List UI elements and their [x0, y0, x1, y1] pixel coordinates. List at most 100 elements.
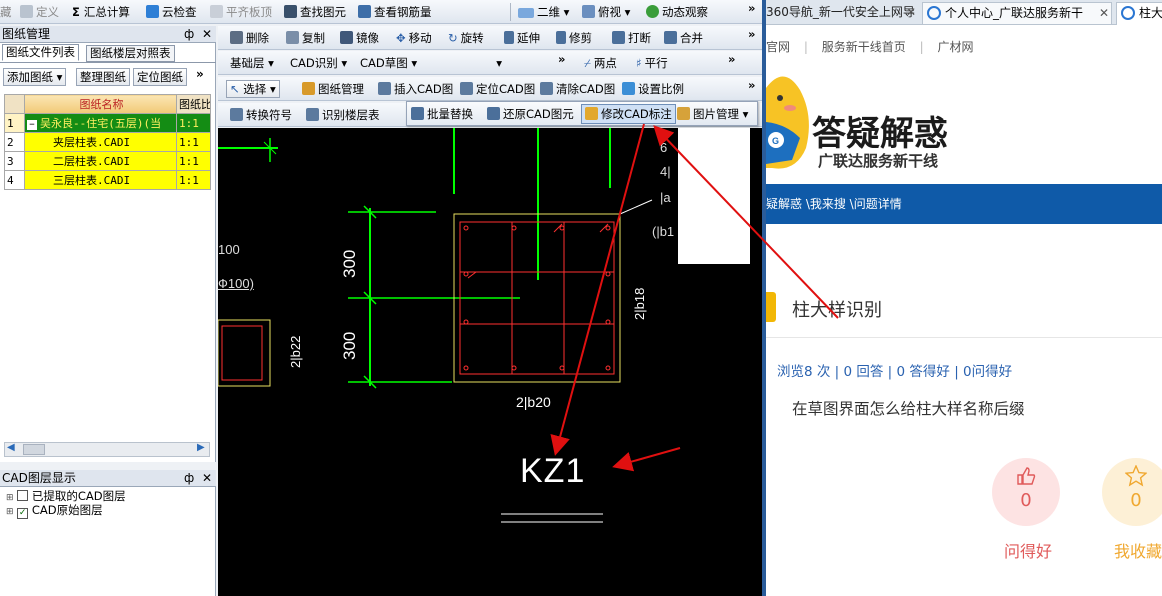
nav-link-official[interactable]: 官网: [766, 40, 790, 54]
scroll-thumb[interactable]: [23, 444, 45, 455]
view-2d-dropdown[interactable]: 二维 ▾: [518, 4, 569, 20]
top-view-dropdown[interactable]: 俯视 ▾: [582, 4, 630, 20]
recognize-floor-button[interactable]: 识别楼层表: [306, 107, 380, 123]
merge-button[interactable]: 合并: [664, 30, 703, 46]
thumbs-up-icon: [1017, 467, 1036, 485]
layer-checkbox-extracted[interactable]: [17, 490, 29, 501]
browser-tab-personal-center[interactable]: 个人中心_广联达服务新干 ✕: [922, 2, 1112, 24]
cad-label-2b20: 2|b20: [516, 394, 551, 410]
column-header-name[interactable]: 图纸名称: [24, 94, 177, 114]
move-button[interactable]: ✥ 移动: [396, 30, 432, 46]
toolbar4-overflow-icon[interactable]: »: [748, 77, 755, 93]
nav-link-material[interactable]: 广材网: [937, 40, 973, 54]
scroll-right-icon[interactable]: ▶: [197, 442, 205, 453]
drawing-management-button[interactable]: 图纸管理: [302, 81, 364, 97]
trim-button[interactable]: 修剪: [556, 30, 592, 46]
clear-cad-icon: [540, 82, 553, 95]
horizontal-scrollbar[interactable]: ◀ ▶: [4, 442, 210, 457]
hide-button[interactable]: 藏: [0, 4, 12, 20]
cad-label-kz1[interactable]: KZ1: [520, 452, 585, 491]
move-icon: ✥: [396, 31, 406, 45]
column-header-ratio[interactable]: 图纸比: [176, 94, 211, 114]
toolbar2-overflow-icon[interactable]: »: [748, 26, 755, 42]
2d-icon: [518, 8, 534, 18]
modify-cad-label-button[interactable]: 修改CAD标注: [581, 104, 676, 124]
two-point-button[interactable]: ⌿ 两点: [584, 55, 617, 71]
mirror-button[interactable]: 镜像: [340, 30, 379, 46]
clear-cad-button[interactable]: 清除CAD图: [540, 81, 615, 97]
add-drawing-button[interactable]: 添加图纸 ▾: [3, 68, 67, 86]
organize-drawing-button[interactable]: 整理图纸: [76, 68, 130, 86]
cad-edit-popup-toolbar: 批量替换 还原CAD图元 修改CAD标注 图片管理 ▾: [406, 101, 758, 126]
toolbar3-mid-overflow-icon[interactable]: »: [558, 51, 565, 67]
restore-cad-button[interactable]: 还原CAD图元: [487, 106, 574, 122]
batch-replace-button[interactable]: 批量替换: [411, 106, 473, 122]
ie-logo-icon: [1121, 6, 1135, 20]
cad-partial-a: |a: [660, 190, 671, 205]
toolbar3-overflow-icon[interactable]: »: [728, 51, 735, 67]
site-nav: 官网 | 服务新干线首页 | 广材网: [766, 40, 974, 54]
ask-good-button[interactable]: 0: [992, 458, 1060, 526]
expand-icon[interactable]: ⊞: [6, 507, 14, 517]
pin-icon[interactable]: ф: [184, 26, 194, 42]
pin-icon[interactable]: ф: [184, 470, 194, 486]
favorite-button[interactable]: 0: [1102, 458, 1162, 526]
insert-cad-button[interactable]: 插入CAD图: [378, 81, 453, 97]
logo-subtitle: 广联达服务新干线: [818, 152, 939, 170]
layer-checkbox-original[interactable]: ✓: [17, 508, 29, 519]
close-tab-icon[interactable]: ✕: [1099, 3, 1109, 24]
set-scale-button[interactable]: 设置比例: [622, 81, 684, 97]
browser-tab-360[interactable]: 360导航_新一代安全上网导 ✕: [766, 0, 916, 24]
floor-dropdown[interactable]: 基础层 ▾: [230, 55, 274, 71]
scroll-left-icon[interactable]: ◀: [7, 442, 15, 453]
cloud-check-icon: [146, 5, 159, 18]
locate-cad-button[interactable]: 定位CAD图: [460, 81, 535, 97]
rotate-button[interactable]: ↻ 旋转: [448, 30, 484, 46]
cad-layer-panel: CAD图层显示 ф ✕ ⊞ 已提取的CAD图层 ⊞ ✓ CAD原始图层: [0, 470, 216, 596]
table-row[interactable]: 1 − 吴永良--住宅(五层)(当 1:1: [4, 113, 211, 133]
cad-canvas[interactable]: 100 Ф100) 300 300 2|b22 2|b18 2|b20 KZ1 …: [218, 128, 762, 596]
break-icon: [612, 31, 625, 44]
define-button[interactable]: 定义: [20, 4, 59, 20]
parallel-button[interactable]: ♯ 平行: [636, 55, 668, 71]
close-icon[interactable]: ✕: [202, 470, 212, 486]
table-row[interactable]: 3 二层柱表.CADI 1:1: [4, 151, 211, 171]
extend-button[interactable]: 延伸: [504, 30, 540, 46]
more-icon[interactable]: »: [196, 67, 204, 81]
favorite-label: 我收藏: [1113, 542, 1162, 561]
layer-item-original[interactable]: ⊞ ✓ CAD原始图层: [6, 503, 103, 519]
sum-calc-button[interactable]: Σ 汇总计算: [72, 4, 130, 20]
flat-slab-button[interactable]: 平齐板顶: [210, 4, 272, 20]
select-button[interactable]: ↖ 选择 ▾: [226, 80, 280, 98]
convert-symbol-button[interactable]: 转换符号: [230, 107, 292, 123]
tab-drawing-list[interactable]: 图纸文件列表: [2, 44, 79, 61]
table-row[interactable]: 2 夹层柱表.CADI 1:1: [4, 132, 211, 152]
cad-recognize-dropdown[interactable]: CAD识别 ▾: [290, 55, 347, 71]
dynamic-view-button[interactable]: 动态观察: [646, 4, 708, 20]
collapse-icon[interactable]: −: [27, 120, 37, 130]
table-row[interactable]: 4 三层柱表.CADI 1:1: [4, 170, 211, 190]
orbit-icon: [646, 5, 659, 18]
cloud-check-button[interactable]: 云检查: [146, 4, 197, 20]
tab-floor-mapping[interactable]: 图纸楼层对照表: [86, 45, 175, 62]
close-icon[interactable]: ✕: [202, 26, 212, 42]
delete-button[interactable]: 删除: [230, 30, 269, 46]
copy-button[interactable]: 复制: [286, 30, 325, 46]
nav-link-home[interactable]: 服务新干线首页: [822, 40, 906, 54]
toolbar-row-2: 删除 复制 镜像 ✥ 移动 ↻ 旋转 延伸 修剪 打断 合并 »: [218, 26, 762, 50]
app-window: 藏 定义 Σ 汇总计算 云检查 平齐板顶 查找图元 查看钢筋量 二维 ▾ 俯视 ▾…: [0, 0, 762, 596]
image-management-dropdown[interactable]: 图片管理 ▾: [677, 106, 748, 122]
expand-icon[interactable]: ⊞: [6, 493, 14, 503]
close-tab-icon[interactable]: ✕: [906, 0, 916, 24]
break-button[interactable]: 打断: [612, 30, 651, 46]
locate-drawing-button[interactable]: 定位图纸: [133, 68, 187, 86]
cursor-icon: ↖: [230, 82, 240, 96]
view-rebar-button[interactable]: 查看钢筋量: [358, 4, 432, 20]
toolbar1-overflow-icon[interactable]: »: [748, 0, 755, 16]
find-element-button[interactable]: 查找图元: [284, 4, 346, 20]
browser-tab-active[interactable]: 柱大: [1116, 2, 1162, 25]
site-logo[interactable]: G 答疑解惑 广联达服务新干线: [766, 66, 1162, 180]
ask-good-label: 问得好: [1003, 542, 1052, 561]
cad-sketch-dropdown[interactable]: CAD草图 ▾: [360, 55, 417, 71]
cad-dim-300-bottom: 300: [340, 331, 359, 360]
